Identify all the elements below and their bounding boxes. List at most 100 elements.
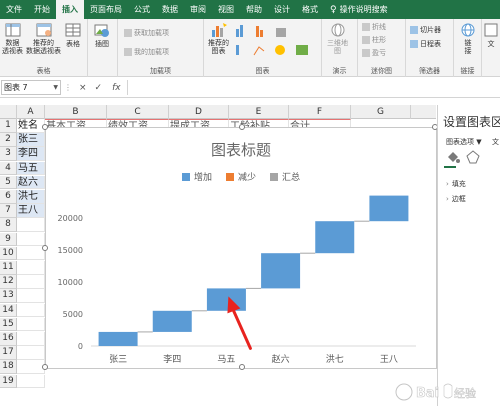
link-button[interactable]: 链 接 (459, 22, 477, 55)
menu-tab-6[interactable]: 审阅 (184, 0, 212, 19)
timeline-button[interactable]: 日程表 (410, 39, 441, 49)
cell-A12[interactable] (17, 275, 45, 289)
row-header-7[interactable]: 7 (0, 204, 17, 218)
cell-A9[interactable] (17, 232, 45, 247)
menu-tab-2[interactable]: 插入 (56, 0, 84, 19)
resize-handle-bl[interactable] (42, 364, 48, 370)
slicer-button[interactable]: 切片器 (410, 25, 441, 35)
row-header-19[interactable]: 19 (0, 374, 17, 389)
row-header-6[interactable]: 6 (0, 190, 17, 204)
sparkline-column-button[interactable]: 柱形 (362, 35, 386, 45)
cell-A11[interactable] (17, 261, 45, 275)
cell-A7[interactable]: 王八 (17, 204, 45, 218)
sparkline-line-button[interactable]: 折线 (362, 22, 386, 32)
recommended-charts-button[interactable]: 推荐的 图表 (208, 22, 229, 55)
cell-A13[interactable] (17, 289, 45, 303)
resize-handle-t[interactable] (239, 124, 245, 130)
effects-icon[interactable] (466, 150, 480, 164)
menu-tab-10[interactable]: 格式 (296, 0, 324, 19)
resize-handle-l[interactable] (42, 245, 48, 251)
chart-plot[interactable]: 0 5000 10000 15000 20000 张三 李四 马五 赵六 洪七 王八 (46, 128, 438, 370)
cell-A16[interactable] (17, 332, 45, 346)
menu-tab-0[interactable]: 文件 (0, 0, 28, 19)
cell-A2[interactable]: 张三 (17, 133, 45, 147)
border-section[interactable]: › 边框 (446, 194, 466, 204)
column-header-B[interactable]: B (45, 105, 107, 119)
row-header-17[interactable]: 17 (0, 346, 17, 360)
menu-tab-7[interactable]: 视图 (212, 0, 240, 19)
chart-legend[interactable]: 增加 减少 汇总 (46, 170, 436, 183)
menu-tab-4[interactable]: 公式 (128, 0, 156, 19)
chart-area[interactable]: 0 5000 10000 15000 20000 张三 李四 马五 赵六 洪七 王八 图表标题 增加… (42, 124, 438, 370)
get-addins-button[interactable]: 获取加载项 (124, 28, 169, 38)
pivot-table-button[interactable]: 数据 透视表 (2, 22, 23, 55)
bar-4[interactable] (315, 221, 355, 254)
row-header-3[interactable]: 3 (0, 147, 17, 161)
cell-A3[interactable]: 李四 (17, 147, 45, 161)
my-addins-button[interactable]: 我的加载项 (124, 47, 169, 57)
fill-section[interactable]: › 填充 (446, 179, 466, 189)
table-button[interactable]: 表格 (64, 22, 82, 49)
legend-item-0[interactable]: 增加 (181, 170, 212, 183)
cell-A1[interactable]: 姓名 (17, 119, 45, 133)
cell-A14[interactable] (17, 303, 45, 318)
cell-A19[interactable] (17, 374, 45, 389)
row-header-11[interactable]: 11 (0, 261, 17, 275)
bar-5[interactable] (369, 195, 409, 222)
bar-2[interactable] (206, 288, 246, 311)
column-header-F[interactable]: F (289, 105, 351, 119)
select-all-corner[interactable] (0, 105, 17, 119)
column-header-A[interactable]: A (17, 105, 45, 119)
resize-handle-b[interactable] (239, 364, 245, 370)
cell-A5[interactable]: 赵六 (17, 175, 45, 190)
column-header-G[interactable]: G (351, 105, 411, 119)
column-header-E[interactable]: E (229, 105, 289, 119)
resize-handle-tl[interactable] (42, 124, 48, 130)
chart-title[interactable]: 图表标题 (46, 139, 436, 160)
row-header-15[interactable]: 15 (0, 317, 17, 332)
formula-input[interactable] (126, 80, 440, 95)
menu-tab-8[interactable]: 帮助 (240, 0, 268, 19)
column-header-C[interactable]: C (107, 105, 169, 119)
row-header-2[interactable]: 2 (0, 133, 17, 147)
menu-tab-5[interactable]: 数据 (156, 0, 184, 19)
legend-item-1[interactable]: 减少 (225, 170, 256, 183)
enter-icon[interactable]: ✓ (95, 83, 103, 93)
cell-A10[interactable] (17, 246, 45, 261)
menu-tab-3[interactable]: 页面布局 (84, 0, 128, 19)
recommended-pivot-button[interactable]: 推荐的 数据透视表 (26, 22, 61, 55)
chart-types-icons[interactable] (234, 23, 318, 59)
cell-A17[interactable] (17, 346, 45, 360)
menu-tab-9[interactable]: 设计 (268, 0, 296, 19)
cell-A4[interactable]: 马五 (17, 161, 45, 176)
legend-item-2[interactable]: 汇总 (270, 170, 300, 183)
row-header-12[interactable]: 12 (0, 275, 17, 289)
chart-options-tab[interactable]: 图表选项 ▼ (446, 137, 482, 147)
row-header-16[interactable]: 16 (0, 332, 17, 346)
row-header-5[interactable]: 5 (0, 175, 17, 190)
bar-0[interactable] (98, 331, 138, 346)
cell-A8[interactable] (17, 218, 45, 232)
cell-A15[interactable] (17, 317, 45, 332)
fill-line-icon[interactable] (446, 150, 460, 164)
row-header-14[interactable]: 14 (0, 303, 17, 318)
sparkline-winloss-button[interactable]: 盈亏 (362, 48, 386, 58)
text-button[interactable]: 文 (484, 22, 498, 49)
menu-tab-1[interactable]: 开始 (28, 0, 56, 19)
row-header-9[interactable]: 9 (0, 232, 17, 247)
cancel-icon[interactable]: × (79, 83, 87, 93)
3d-map-button[interactable]: 三维地 图 (327, 22, 348, 55)
cell-A18[interactable] (17, 360, 45, 374)
row-header-18[interactable]: 18 (0, 360, 17, 374)
row-header-4[interactable]: 4 (0, 161, 17, 176)
column-header-D[interactable]: D (169, 105, 229, 119)
text-options-tab[interactable]: 文 (492, 137, 499, 147)
row-header-8[interactable]: 8 (0, 218, 17, 232)
bar-3[interactable] (261, 253, 301, 289)
illustrations-button[interactable]: 插图 (93, 22, 111, 49)
tell-me-search[interactable]: 操作说明搜索 (340, 4, 388, 15)
bar-1[interactable] (152, 310, 192, 332)
name-box[interactable]: 图表 7 ▼ (1, 80, 61, 95)
row-header-1[interactable]: 1 (0, 119, 17, 133)
row-header-10[interactable]: 10 (0, 246, 17, 261)
